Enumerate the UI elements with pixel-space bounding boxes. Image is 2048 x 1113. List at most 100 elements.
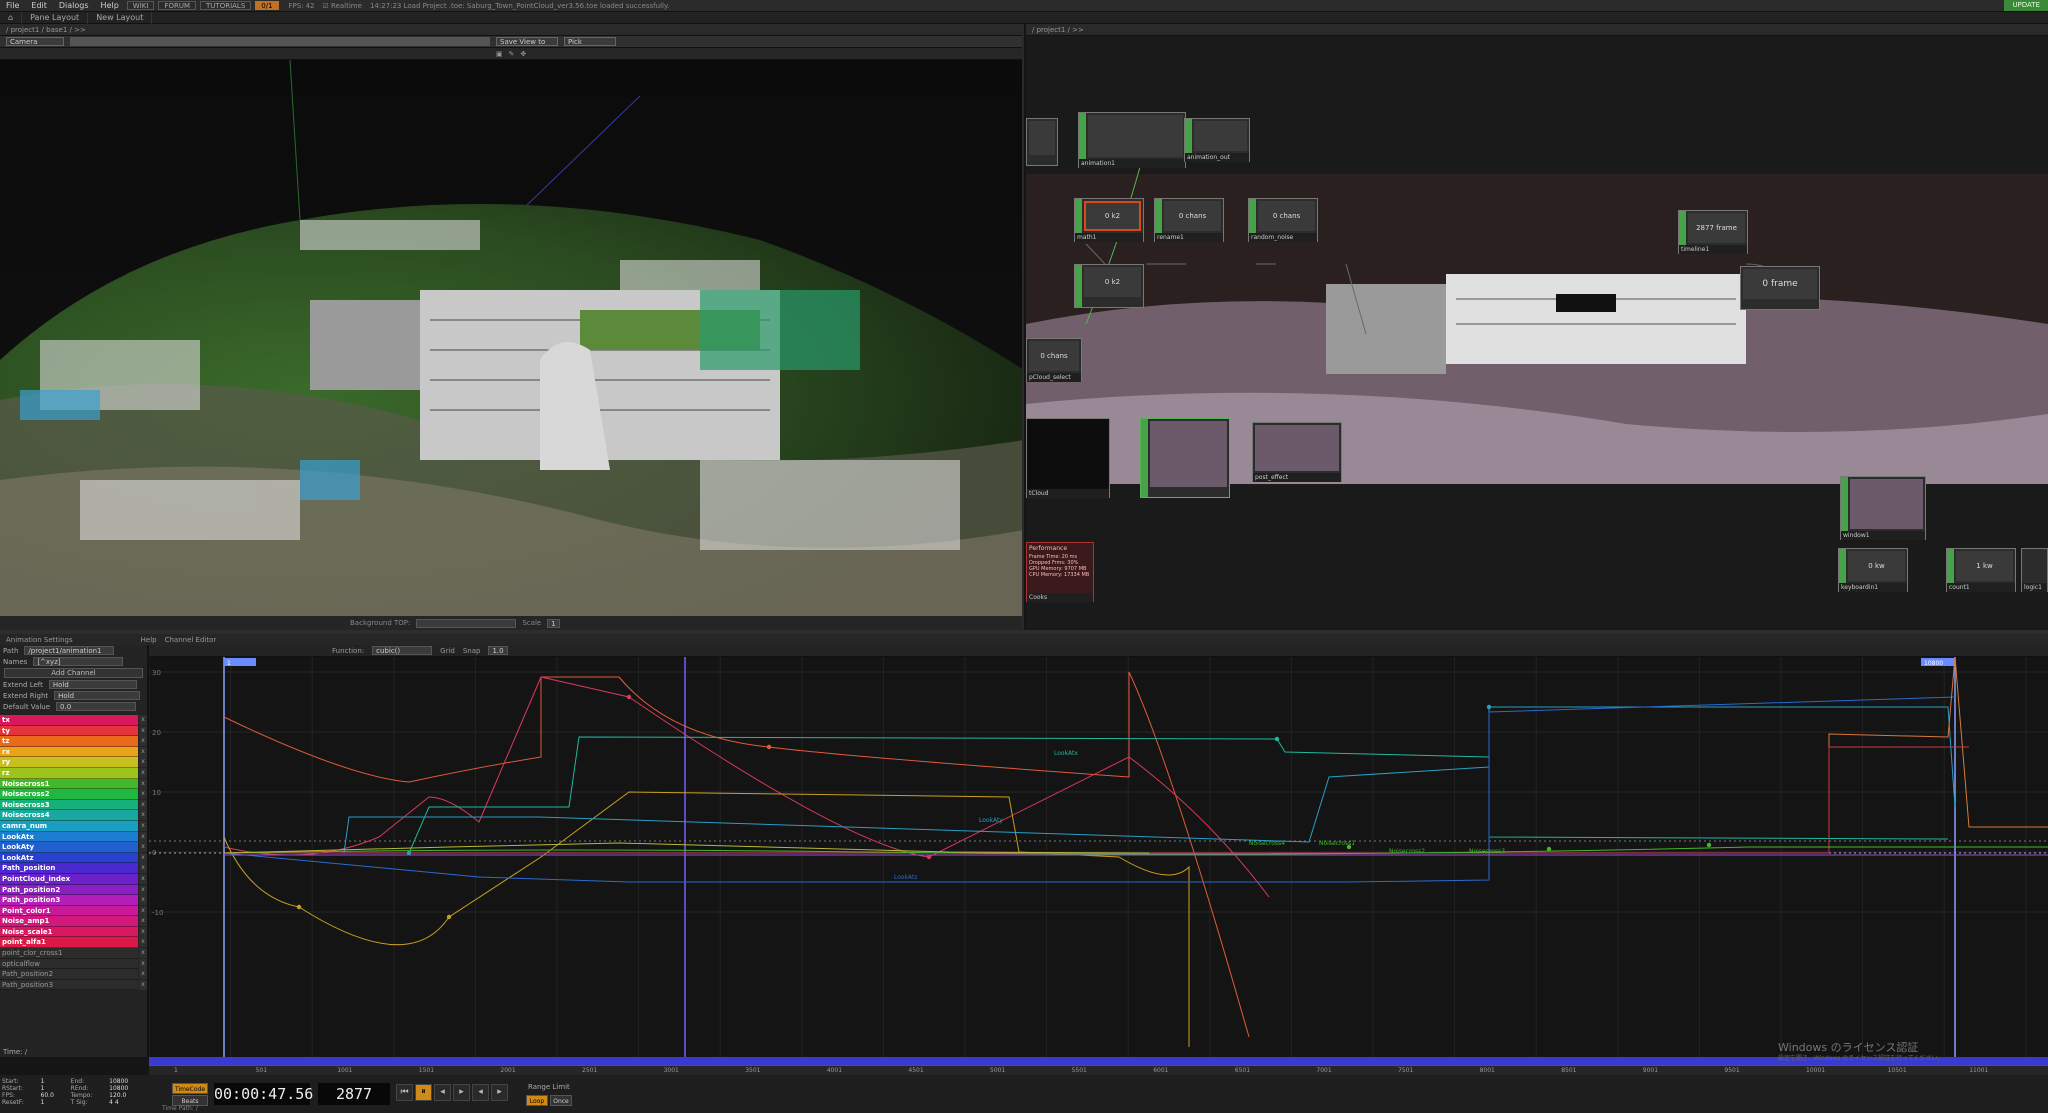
path-field[interactable]: /project1/animation1 xyxy=(24,646,115,655)
loop-toggle[interactable]: Loop xyxy=(526,1095,548,1106)
extend-left-select[interactable]: Hold xyxy=(48,680,137,689)
move-tool-icon[interactable]: ✥ xyxy=(520,50,526,58)
node-chop[interactable]: 0 k2 xyxy=(1074,264,1144,308)
keyframe[interactable] xyxy=(406,850,412,856)
channel-close-icon[interactable]: x xyxy=(139,926,147,937)
wiki-button[interactable]: WIKI xyxy=(126,1,155,10)
channel-close-icon[interactable]: x xyxy=(139,757,147,768)
channel-close-icon[interactable]: x xyxy=(139,746,147,757)
viewer-path[interactable]: / project1 / base1 / >> xyxy=(6,26,86,34)
node-timeline1[interactable]: 2877 frame timeline1 xyxy=(1678,210,1748,254)
keyframe[interactable] xyxy=(1486,704,1492,710)
channel-curve[interactable] xyxy=(224,746,1969,854)
menu-edit[interactable]: Edit xyxy=(25,1,53,10)
channel-item[interactable]: Noise_scale1 x xyxy=(0,926,147,938)
node-render-top[interactable] xyxy=(1140,418,1230,498)
camera-path-field[interactable] xyxy=(70,37,490,46)
fps-value[interactable]: 60.0 xyxy=(41,1092,68,1099)
node-rename1[interactable]: 0 chans rename1 xyxy=(1154,198,1224,242)
rend-value[interactable]: 10800 xyxy=(109,1085,142,1092)
timecode-display[interactable]: 00:00:47.56 xyxy=(214,1083,313,1105)
channel-item[interactable]: point_alfa1 x xyxy=(0,937,147,949)
node-animation1[interactable]: animation1 xyxy=(1078,112,1186,168)
channel-item[interactable]: tz x xyxy=(0,736,147,747)
snap-field[interactable]: 1.0 xyxy=(488,646,508,655)
channel-close-icon[interactable]: x xyxy=(139,979,147,990)
channel-close-icon[interactable]: x xyxy=(139,789,147,800)
keyframe[interactable] xyxy=(1706,842,1712,848)
keyframe[interactable] xyxy=(446,914,452,920)
resetf-value[interactable]: 1 xyxy=(41,1099,68,1106)
channel-item[interactable]: Noisecross2 x xyxy=(0,789,147,800)
node-keyboardin1[interactable]: 0 kw keyboardin1 xyxy=(1838,548,1908,592)
channel-close-icon[interactable]: x xyxy=(139,958,147,969)
tempo-value[interactable]: 120.0 xyxy=(109,1092,142,1099)
select-tool-icon[interactable]: ▣ xyxy=(496,50,503,58)
curve-plot[interactable]: 3020100-101 10800LookAtxLookAtyLookAtzNoi… xyxy=(149,657,2048,1057)
play-reverse-icon[interactable]: ◂ xyxy=(472,1084,489,1101)
channel-item[interactable]: Path_position2 x xyxy=(0,969,147,980)
pick-select[interactable]: Pick xyxy=(564,37,616,46)
menu-file[interactable]: File xyxy=(0,1,25,10)
rewind-icon[interactable]: ⏮ xyxy=(396,1084,413,1101)
channel-curve[interactable] xyxy=(224,736,1949,854)
extend-right-select[interactable]: Hold xyxy=(54,691,141,700)
channel-close-icon[interactable]: x xyxy=(139,725,147,736)
channel-close-icon[interactable]: x xyxy=(139,820,147,831)
channel-close-icon[interactable]: x xyxy=(139,799,147,810)
tsig-value[interactable]: 4 4 xyxy=(109,1099,142,1106)
menu-help[interactable]: Help xyxy=(95,1,125,10)
channel-item[interactable]: ty x xyxy=(0,725,147,737)
keyframe[interactable] xyxy=(626,694,632,700)
channel-close-icon[interactable]: x xyxy=(139,884,147,895)
keyframe[interactable] xyxy=(296,904,302,910)
channel-close-icon[interactable]: x xyxy=(139,863,147,874)
keyframe[interactable] xyxy=(926,854,932,860)
channel-curve[interactable] xyxy=(223,676,1270,898)
channel-close-icon[interactable]: x xyxy=(139,873,147,884)
channel-close-icon[interactable]: x xyxy=(139,895,147,906)
pause-icon[interactable]: ⏸ xyxy=(415,1084,432,1101)
channel-close-icon[interactable]: x xyxy=(139,810,147,821)
node-logic[interactable]: logic1 xyxy=(2021,548,2048,592)
node-out-partial[interactable] xyxy=(1026,118,1058,166)
channel-item[interactable]: Path_position2 x xyxy=(0,884,147,896)
channel-close-icon[interactable]: x xyxy=(139,842,147,853)
end-value[interactable]: 10800 xyxy=(109,1078,142,1085)
save-view-select[interactable]: Save View to xyxy=(496,37,558,46)
tab-new-layout[interactable]: New Layout xyxy=(88,11,153,24)
step-back-icon[interactable]: ◂ xyxy=(434,1084,451,1101)
realtime-checkbox[interactable]: ☑ Realtime xyxy=(315,2,362,10)
channel-item[interactable]: LookAty x xyxy=(0,842,147,853)
channel-close-icon[interactable]: x xyxy=(139,831,147,842)
channel-close-icon[interactable]: x xyxy=(139,916,147,927)
channel-close-icon[interactable]: x xyxy=(139,948,147,959)
channel-curve[interactable] xyxy=(224,706,1956,854)
node-pointcloud-top[interactable]: tCloud xyxy=(1026,418,1110,498)
channel-close-icon[interactable]: x xyxy=(139,852,147,863)
node-frame[interactable]: 0 frame xyxy=(1740,266,1820,310)
channel-item[interactable]: tx x xyxy=(0,715,147,726)
function-field[interactable]: cubic() xyxy=(372,646,433,655)
channel-item[interactable]: Point_color1 x xyxy=(0,905,147,917)
update-button[interactable]: UPDATE xyxy=(2004,0,2048,11)
frame-display[interactable]: 2877 xyxy=(318,1083,390,1105)
channel-close-icon[interactable]: x xyxy=(139,767,147,778)
channel-item[interactable]: rz x xyxy=(0,767,147,779)
channel-close-icon[interactable]: x xyxy=(139,969,147,980)
channel-item[interactable]: Noisecross4 x xyxy=(0,810,147,821)
tab-pane-layout[interactable]: Pane Layout xyxy=(22,11,89,24)
channel-item[interactable]: Noisecross3 x xyxy=(0,799,147,811)
channel-close-icon[interactable]: x xyxy=(139,778,147,789)
channel-item[interactable]: Path_position x xyxy=(0,863,147,874)
node-pointcloud-select[interactable]: 0 chans pCloud_select xyxy=(1026,338,1082,382)
node-animation-out[interactable]: animation_out xyxy=(1184,118,1250,162)
timeline-ruler[interactable]: 1 501 1001 1501 2001 2501 3001 3501 4001 4501 5001… xyxy=(149,1065,2048,1075)
network-editor[interactable]: / project1 / >> animation1 animation_out… xyxy=(1026,24,2048,630)
channel-item[interactable]: Noisecross1 x xyxy=(0,778,147,790)
forum-button[interactable]: FORUM xyxy=(158,1,197,10)
channel-item[interactable]: camra_num x xyxy=(0,820,147,832)
scale-field[interactable]: 1 xyxy=(547,618,560,628)
channel-item[interactable]: Noise_amp1 x xyxy=(0,916,147,927)
add-channel-button[interactable]: Add Channel xyxy=(4,668,143,678)
